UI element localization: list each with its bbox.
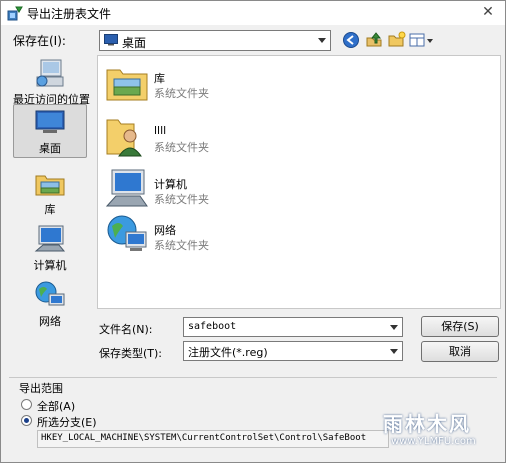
- place-computer[interactable]: 计算机: [13, 223, 87, 273]
- radio-selected-branch-label: 所选分支(E): [37, 416, 97, 429]
- window-title: 导出注册表文件: [27, 7, 112, 21]
- file-list[interactable]: 库 系统文件夹 llll 系统文件夹 计算机 系统文件夹 网络 系统文件夹: [97, 55, 501, 309]
- filename-input[interactable]: safeboot: [183, 317, 403, 337]
- network-icon: [35, 281, 65, 306]
- list-item-libraries[interactable]: 库 系统文件夹: [102, 60, 342, 108]
- computer-icon: [34, 225, 66, 252]
- file-type: 系统文件夹: [154, 141, 209, 154]
- filename-label: 文件名(N):: [99, 323, 153, 336]
- filetype-label: 保存类型(T):: [99, 347, 163, 360]
- file-name: 网络: [154, 224, 176, 237]
- radio-button[interactable]: [21, 399, 32, 410]
- file-name: llll: [154, 124, 167, 137]
- back-icon[interactable]: [341, 30, 361, 50]
- save-button[interactable]: 保存(S): [421, 316, 499, 337]
- filename-value: safeboot: [188, 321, 237, 332]
- registry-editor-icon: [7, 6, 23, 21]
- chevron-down-icon: [318, 38, 326, 43]
- list-item-network[interactable]: 网络 系统文件夹: [102, 212, 342, 260]
- file-name: 库: [154, 72, 165, 85]
- recent-places-icon: [36, 59, 64, 87]
- save-in-value: 桌面: [122, 36, 147, 50]
- places-bar: 最近访问的位置 桌面 库 计算机 网络: [9, 53, 91, 361]
- save-in-dropdown[interactable]: 桌面: [99, 30, 331, 51]
- place-label: 网络: [39, 315, 61, 328]
- computer-icon: [105, 169, 148, 207]
- list-item-user[interactable]: llll 系统文件夹: [102, 114, 342, 162]
- watermark-title: 雨林木风: [383, 412, 471, 436]
- user-folder-icon: [106, 119, 142, 157]
- export-range-title: 导出范围: [19, 382, 63, 395]
- view-menu-icon[interactable]: [408, 30, 434, 50]
- export-registry-dialog: 导出注册表文件 ✕ 保存在(I): 桌面 最近访问的位置 桌面 库 计算机 网络…: [0, 0, 506, 463]
- place-label: 桌面: [39, 142, 61, 155]
- list-item-computer[interactable]: 计算机 系统文件夹: [102, 166, 342, 214]
- network-icon: [107, 215, 147, 251]
- place-libraries[interactable]: 库: [13, 167, 87, 217]
- chevron-down-icon: [390, 349, 398, 354]
- file-type: 系统文件夹: [154, 193, 209, 206]
- place-recent[interactable]: 最近访问的位置: [13, 57, 90, 107]
- watermark-url: www.YLMFU.com: [391, 436, 476, 447]
- filetype-value: 注册文件(*.reg): [188, 346, 268, 359]
- libraries-icon: [35, 175, 65, 196]
- libraries-folder-icon: [106, 69, 148, 101]
- chevron-down-icon[interactable]: [390, 325, 398, 330]
- file-type: 系统文件夹: [154, 87, 209, 100]
- radio-all-label: 全部(A): [37, 400, 76, 413]
- place-desktop[interactable]: 桌面: [13, 104, 87, 158]
- new-folder-icon[interactable]: [387, 30, 407, 50]
- desktop-icon: [35, 110, 65, 133]
- radio-button[interactable]: [21, 415, 32, 426]
- place-network[interactable]: 网络: [13, 279, 87, 329]
- place-label: 库: [44, 203, 56, 216]
- file-type: 系统文件夹: [154, 239, 209, 252]
- branch-path-field[interactable]: HKEY_LOCAL_MACHINE\SYSTEM\CurrentControl…: [37, 430, 389, 448]
- save-in-label: 保存在(I):: [13, 34, 66, 48]
- cancel-button[interactable]: 取消: [421, 341, 499, 362]
- close-button[interactable]: ✕: [475, 3, 501, 21]
- desktop-icon: [104, 34, 118, 46]
- watermark: 雨林木风 www.YLMFU.com: [377, 406, 497, 454]
- filetype-dropdown[interactable]: 注册文件(*.reg): [183, 341, 403, 361]
- title-bar: 导出注册表文件 ✕: [1, 1, 505, 25]
- up-folder-icon[interactable]: [364, 30, 384, 50]
- place-label: 计算机: [33, 259, 67, 272]
- file-name: 计算机: [154, 178, 187, 191]
